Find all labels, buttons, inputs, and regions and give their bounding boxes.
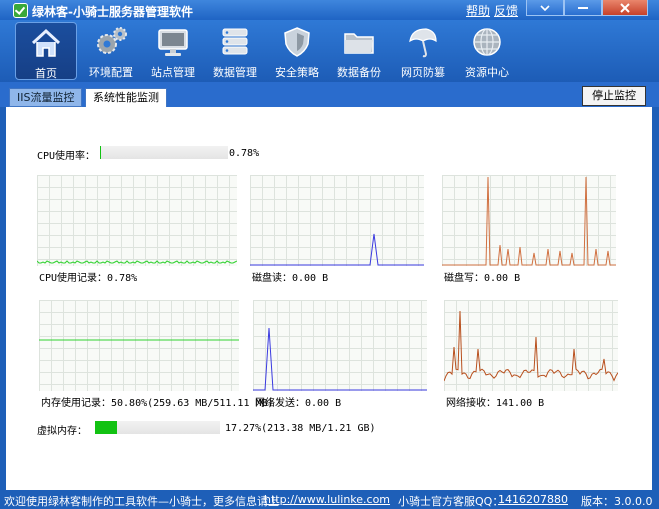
network-receive-trace <box>444 310 618 382</box>
stop-monitor-button[interactable]: 停止监控 <box>582 86 646 106</box>
cpu-usage-label: CPU使用率： <box>37 151 96 162</box>
toolbar-home-label: 首页 <box>35 67 57 80</box>
network-send-trace-line <box>253 327 427 391</box>
performance-panel: CPU使用率： 0.78% CPU使用记录：0.78% 磁盘读：0.00 B 磁… <box>6 107 652 490</box>
memory-trace <box>39 339 239 341</box>
window-title: 绿林客-小骑士服务器管理软件 <box>32 5 193 19</box>
disk-read-trace-line <box>250 233 424 266</box>
toolbar-backup-label: 数据备份 <box>337 66 381 79</box>
network-receive-graph <box>444 300 618 391</box>
disk-read-trace <box>250 233 424 266</box>
virtual-memory-bar <box>95 421 220 434</box>
close-button[interactable] <box>602 0 648 16</box>
minimize-button[interactable] <box>564 0 602 16</box>
network-send-trace <box>253 327 427 391</box>
help-link[interactable]: 帮助 <box>466 2 490 19</box>
disk-write-trace-line <box>442 176 616 266</box>
home-icon <box>31 28 61 57</box>
network-send-label: 网络发送：0.00 B <box>255 398 342 409</box>
database-icon <box>222 28 248 55</box>
support-qq-link[interactable]: 1416207880 <box>498 493 568 506</box>
cpu-usage-fill <box>100 146 101 159</box>
toolbar-antitamper-label: 网页防篡 <box>401 66 445 79</box>
toolbar-resources[interactable]: 资源中心 <box>456 22 518 80</box>
network-receive-label: 网络接收：141.00 B <box>446 398 545 409</box>
cpu-history-label: CPU使用记录：0.78% <box>39 273 138 284</box>
cpu-usage-bar <box>100 146 228 159</box>
toolbar-sites[interactable]: 站点管理 <box>142 22 204 80</box>
close-icon <box>620 2 630 13</box>
title-bar[interactable]: 绿林客-小骑士服务器管理软件 帮助 反馈 <box>0 0 659 20</box>
cpu-trace <box>37 260 237 264</box>
umbrella-icon <box>409 28 437 58</box>
globe-icon <box>473 28 501 56</box>
app-window: 绿林客-小骑士服务器管理软件 帮助 反馈 首页 环境配置 站点管理 数据管理 安… <box>0 0 659 509</box>
version-text: 版本：3.0.0.0 <box>581 495 653 508</box>
tab-strip: IIS流量监控 系统性能监测 停止监控 <box>0 82 659 108</box>
toolbar-resources-label: 资源中心 <box>465 66 509 79</box>
network-send-graph <box>253 300 427 391</box>
status-welcome-text: 欢迎使用绿林客制作的工具软件—小骑士，更多信息请上 <box>4 495 279 508</box>
virtual-memory-label: 虚拟内存： <box>37 426 87 437</box>
cpu-trace-line <box>37 260 237 264</box>
toolbar-environment[interactable]: 环境配置 <box>80 22 142 80</box>
toolbar-sites-label: 站点管理 <box>151 66 195 79</box>
support-qq-label: 小骑士官方客服QQ： <box>398 495 504 508</box>
minimize-icon <box>578 6 588 9</box>
website-link[interactable]: http://www.lulinke.com <box>264 493 390 506</box>
toolbar-environment-label: 环境配置 <box>89 66 133 79</box>
cpu-usage-value: 0.78% <box>229 148 260 159</box>
toolbar-backup[interactable]: 数据备份 <box>328 22 390 80</box>
dropdown-button[interactable] <box>526 0 564 16</box>
memory-history-label: 内存使用记录：50.80%(259.63 MB/511.11 MB) <box>41 398 274 409</box>
tab-iis-traffic[interactable]: IIS流量监控 <box>9 88 83 107</box>
disk-read-graph <box>250 175 424 266</box>
toolbar-home[interactable]: 首页 <box>15 22 77 80</box>
toolbar-security-label: 安全策略 <box>275 66 319 79</box>
tab-system-performance[interactable]: 系统性能监测 <box>85 88 167 108</box>
disk-write-label: 磁盘写：0.00 B <box>444 273 521 284</box>
gears-icon <box>97 27 127 54</box>
disk-write-graph <box>442 175 616 266</box>
memory-history-graph <box>39 300 239 391</box>
toolbar-data-label: 数据管理 <box>213 66 257 79</box>
toolbar-data[interactable]: 数据管理 <box>204 22 266 80</box>
folder-icon <box>344 33 374 54</box>
toolbar-antitamper[interactable]: 网页防篡 <box>392 22 454 80</box>
app-logo-icon <box>13 3 28 18</box>
virtual-memory-value: 17.27%(213.38 MB/1.21 GB) <box>225 423 376 434</box>
disk-write-trace <box>442 176 616 266</box>
shield-icon <box>284 27 310 57</box>
monitor-icon <box>158 29 188 56</box>
disk-read-label: 磁盘读：0.00 B <box>252 273 329 284</box>
toolbar-security[interactable]: 安全策略 <box>266 22 328 80</box>
feedback-link[interactable]: 反馈 <box>494 2 518 19</box>
status-bar: 欢迎使用绿林客制作的工具软件—小骑士，更多信息请上 http://www.lul… <box>0 490 659 509</box>
cpu-history-graph <box>37 175 237 266</box>
caret-down-icon <box>540 4 550 11</box>
network-receive-trace-line <box>444 310 618 382</box>
virtual-memory-fill <box>95 421 117 434</box>
main-toolbar: 首页 环境配置 站点管理 数据管理 安全策略 数据备份 网页防篡 资源中心 <box>0 20 659 82</box>
